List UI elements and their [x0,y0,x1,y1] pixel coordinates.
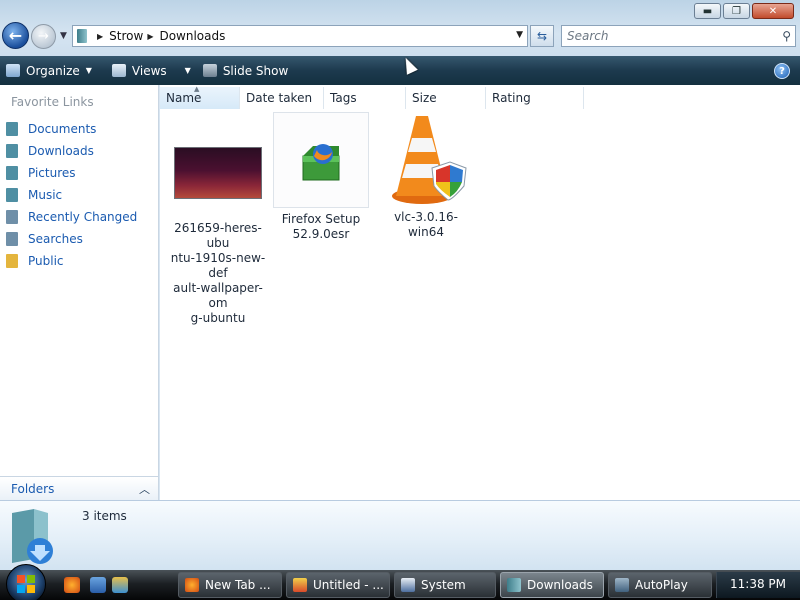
public-icon [6,254,18,268]
slide-show-label: Slide Show [222,63,289,78]
taskbar-item-autoplay[interactable]: AutoPlay [608,572,712,598]
folder-icon [77,29,87,43]
taskbar-item-untitled-paint[interactable]: Untitled - ... [286,572,390,598]
music-icon [6,188,18,202]
sidebar-item-public[interactable]: Public [6,250,137,272]
file-name: 261659-heres-ubu ntu-1910s-new-def ault-… [170,221,266,325]
system-icon [401,578,415,592]
column-header-rating[interactable]: Rating [486,87,584,109]
navigation-pane: Favorite Links Documents Downloads Pictu… [0,85,159,500]
file-item-vlc[interactable]: vlc-3.0.16-win64 [377,112,475,240]
taskbar: New Tab ... Untitled - ... System Downlo… [0,564,800,600]
search-icon[interactable]: ⚲ [782,29,791,43]
folders-toggle[interactable]: Folders ︿ [0,476,158,500]
taskbar-item-downloads[interactable]: Downloads [500,572,604,598]
search-placeholder: Search [567,29,609,43]
back-button[interactable]: ← [2,22,29,49]
column-header-tags[interactable]: Tags [324,87,406,109]
refresh-button[interactable]: ⇆ [530,25,554,47]
sidebar-item-recently-changed[interactable]: Recently Changed [6,206,137,228]
folder-icon [507,578,521,592]
paint-icon [293,578,307,592]
chevron-down-icon[interactable]: ▼ [185,66,191,75]
taskbar-item-system[interactable]: System [394,572,496,598]
wallpaper-preview [174,147,262,199]
details-pane: 3 items [0,500,800,570]
quick-launch-desktop-icon[interactable] [90,577,106,593]
downloads-icon [6,144,18,158]
sidebar-item-pictures[interactable]: Pictures [6,162,137,184]
quick-launch-media-icon[interactable] [112,577,128,593]
organize-label: Organize [26,63,80,78]
sidebar-item-label: Downloads [28,144,94,158]
column-header-name[interactable]: ▲ Name [160,85,240,109]
navigation-buttons: ← → ▼ [2,22,72,52]
taskbar-item-new-tab[interactable]: New Tab ... [178,572,282,598]
sidebar-item-label: Documents [28,122,97,136]
firefox-installer-graphic [302,144,340,181]
firefox-icon [185,578,199,592]
sidebar-item-label: Pictures [28,166,76,180]
documents-icon [6,122,18,136]
file-name: vlc-3.0.16-win64 [394,210,458,239]
organize-icon [6,64,20,77]
breadcrumb-item-strow[interactable]: Strow [109,29,143,43]
autoplay-icon [615,578,629,592]
vlc-cone-graphic [392,116,467,204]
recently-changed-icon [6,210,18,224]
sidebar-item-label: Public [28,254,64,268]
chevron-up-icon[interactable]: ︿ [139,481,150,497]
breadcrumb-separator-icon[interactable]: ▶ [147,32,153,41]
breadcrumb-separator-icon[interactable]: ▶ [97,32,103,41]
slide-show-button[interactable]: Slide Show [197,56,294,85]
image-thumbnail-icon [170,125,266,221]
organize-button[interactable]: Organize ▼ [0,56,98,85]
sidebar-item-music[interactable]: Music [6,184,137,206]
close-button[interactable]: ✕ [752,3,794,19]
sidebar-item-label: Searches [28,232,83,246]
help-button[interactable]: ? [774,63,790,79]
sidebar-item-label: Music [28,188,63,202]
maximize-button[interactable]: ❐ [723,3,750,19]
quick-launch-firefox-icon[interactable] [64,577,80,593]
item-count: 3 items [82,509,127,523]
sidebar-item-downloads[interactable]: Downloads [6,140,137,162]
views-icon [111,64,126,77]
recent-pages-dropdown[interactable]: ▼ [60,31,67,41]
file-list-view: ▲ Name Date taken Tags Size Rating 26165… [160,85,800,500]
folders-label: Folders [11,481,55,496]
installer-package-icon [273,112,369,208]
searches-icon [6,232,18,246]
windows-logo-icon [17,575,35,593]
search-input[interactable]: Search ⚲ [561,25,796,47]
column-headers: ▲ Name Date taken Tags Size Rating [160,85,584,109]
breadcrumb-item-downloads[interactable]: Downloads [159,29,225,43]
clock[interactable]: 11:38 PM [730,577,786,591]
file-name: Firefox Setup 52.9.0esr [281,212,361,241]
slide-show-icon [202,64,217,77]
forward-button[interactable]: → [31,24,56,49]
favorite-links-list: Documents Downloads Pictures Music Recen… [6,118,137,272]
file-item-firefox-setup[interactable]: Firefox Setup 52.9.0esr [272,112,370,242]
views-button[interactable]: Views ▼ [106,56,197,85]
start-button[interactable] [6,564,46,600]
sort-ascending-icon: ▲ [194,85,200,93]
sidebar-item-searches[interactable]: Searches [6,228,137,250]
favorite-links-heading: Favorite Links [11,95,94,109]
address-dropdown-icon[interactable]: ▼ [516,30,523,40]
window-chrome: ▬ ❐ ✕ ← → ▼ ▶ Strow ▶ Downloads ▼ ⇆ Sear… [0,0,800,85]
sidebar-item-documents[interactable]: Documents [6,118,137,140]
minimize-button[interactable]: ▬ [694,3,721,19]
column-header-date-taken[interactable]: Date taken [240,87,324,109]
downloads-folder-icon [12,509,53,564]
views-label: Views [131,63,167,78]
chevron-down-icon: ▼ [85,66,92,75]
window-controls: ▬ ❐ ✕ [694,3,794,19]
file-item-wallpaper[interactable]: 261659-heres-ubu ntu-1910s-new-def ault-… [165,125,271,326]
vlc-cone-icon [378,112,474,208]
sidebar-item-label: Recently Changed [28,210,138,224]
address-bar[interactable]: ▶ Strow ▶ Downloads ▼ [72,25,528,47]
column-header-size[interactable]: Size [406,87,486,109]
pictures-icon [6,166,18,180]
